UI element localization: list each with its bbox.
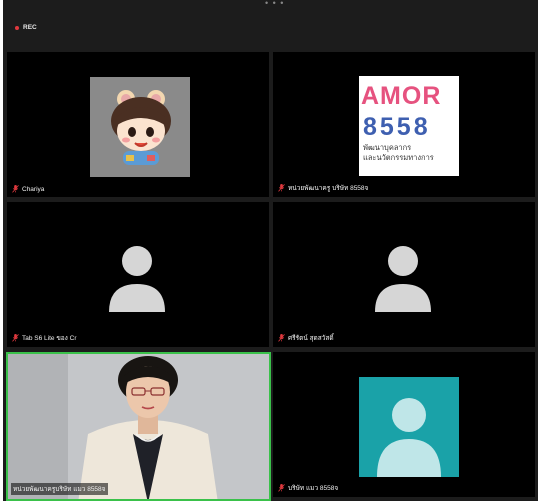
mic-muted-icon bbox=[278, 334, 285, 342]
video-tile-tab-s6-lite[interactable]: Tab S6 Lite ของ Cr bbox=[7, 202, 269, 347]
participant-name: หน่วยพัฒนาครู บริษัท 8558จ bbox=[288, 185, 369, 192]
meeting-window: • • • REC Chariya AMOR 8558 พัฒนาบุคลากร… bbox=[3, 0, 538, 501]
amor-logo-image: AMOR 8558 พัฒนาบุคลากร และนวัตกรรมทางการ bbox=[359, 76, 459, 176]
mic-muted-icon bbox=[12, 334, 19, 342]
participant-name: Chariya bbox=[22, 185, 45, 193]
participant-name-tag: หน่วยพัฒนาครู บริษัท 8558จ bbox=[278, 183, 368, 193]
default-person-icon bbox=[375, 246, 431, 312]
logo-caption: พัฒนาบุคลากร และนวัตกรรมทางการ bbox=[363, 143, 434, 163]
logo-line-1: AMOR bbox=[361, 82, 442, 110]
default-person-icon bbox=[109, 246, 165, 312]
participant-name: บริษัท แมว 8558จ bbox=[288, 485, 339, 492]
video-tile-sirat[interactable]: ศรีรัตน์ สุดสวัสดิ์ bbox=[273, 202, 535, 347]
participant-name-tag: บริษัท แมว 8558จ bbox=[278, 483, 338, 493]
video-tile-active-speaker[interactable]: หน่วยพัฒนาครูบริษัท แมว 8558จ bbox=[6, 352, 271, 501]
mic-muted-icon bbox=[278, 184, 285, 192]
logo-caption-line-1: พัฒนาบุคลากร bbox=[363, 143, 412, 152]
speaker-video-figure bbox=[8, 354, 269, 499]
window-grip-handle[interactable]: • • • bbox=[265, 0, 284, 8]
participant-name-tag: Chariya bbox=[12, 185, 44, 193]
participant-name: หน่วยพัฒนาครูบริษัท แมว 8558จ bbox=[13, 486, 106, 493]
logo-line-2: 8558 bbox=[363, 113, 431, 141]
recording-label: REC bbox=[23, 24, 37, 31]
person-avatar-icon bbox=[377, 398, 441, 477]
recording-indicator[interactable]: REC bbox=[15, 24, 37, 31]
participant-name: ศรีรัตน์ สุดสวัสดิ์ bbox=[288, 335, 334, 342]
video-tile-company[interactable]: บริษัท แมว 8558จ bbox=[273, 352, 535, 497]
cartoon-avatar-image bbox=[90, 77, 190, 177]
mic-muted-icon bbox=[278, 484, 285, 492]
video-tile-teacher-unit[interactable]: AMOR 8558 พัฒนาบุคลากร และนวัตกรรมทางการ… bbox=[273, 52, 535, 197]
video-tile-chariya[interactable]: Chariya bbox=[7, 52, 269, 197]
teal-avatar-image bbox=[359, 377, 459, 477]
participant-name-tag: หน่วยพัฒนาครูบริษัท แมว 8558จ bbox=[11, 483, 109, 495]
participant-name-tag: Tab S6 Lite ของ Cr bbox=[12, 333, 77, 343]
logo-caption-line-2: และนวัตกรรมทางการ bbox=[363, 153, 434, 162]
participant-name: Tab S6 Lite ของ Cr bbox=[22, 335, 77, 342]
mic-muted-icon bbox=[12, 185, 19, 193]
recording-dot-icon bbox=[15, 25, 19, 30]
participant-name-tag: ศรีรัตน์ สุดสวัสดิ์ bbox=[278, 333, 334, 343]
camera-video-feed bbox=[8, 354, 269, 499]
